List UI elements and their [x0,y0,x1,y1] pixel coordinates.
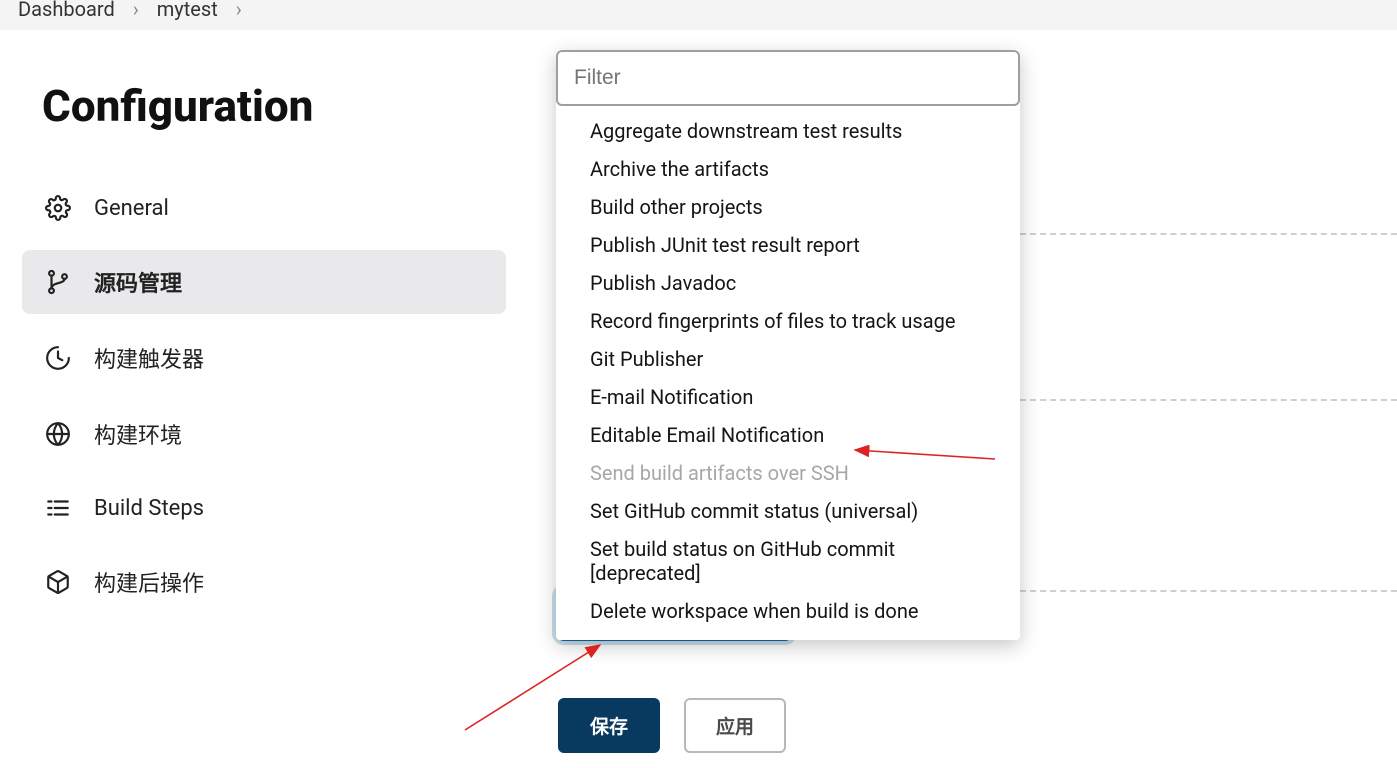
globe-icon [44,420,72,448]
save-button[interactable]: 保存 [558,698,660,753]
breadcrumb-item-dashboard[interactable]: Dashboard [18,0,115,18]
dropdown-option[interactable]: Record fingerprints of files to track us… [556,302,1020,340]
chevron-right-icon: › [133,0,139,18]
sidebar-item-scm[interactable]: 源码管理 [22,250,506,314]
gear-icon [44,194,72,222]
package-icon [44,568,72,596]
config-sidebar: Configuration General 源码管理 [0,50,530,626]
dropdown-option[interactable]: Git Publisher [556,340,1020,378]
dropdown-option[interactable]: Build other projects [556,188,1020,226]
dropdown-options-list: Aggregate downstream test results Archiv… [556,106,1020,640]
dropdown-option[interactable]: Publish Javadoc [556,264,1020,302]
dropdown-filter-input[interactable] [556,50,1020,106]
breadcrumb-item-project[interactable]: mytest [157,0,218,18]
clock-icon [44,344,72,372]
breadcrumb: Dashboard › mytest › [0,0,1397,30]
dropdown-option[interactable]: Archive the artifacts [556,150,1020,188]
post-build-action-dropdown: Aggregate downstream test results Archiv… [556,50,1020,640]
sidebar-item-label: General [94,196,169,221]
section-divider [1000,590,1397,592]
sidebar-item-label: 源码管理 [94,266,182,298]
dropdown-option[interactable]: Aggregate downstream test results [556,112,1020,150]
chevron-right-icon: › [236,0,242,18]
sidebar-item-label: 构建后操作 [94,566,204,598]
dropdown-option[interactable]: E-mail Notification [556,378,1020,416]
apply-button[interactable]: 应用 [684,698,786,753]
dropdown-option-ssh[interactable]: Send build artifacts over SSH [556,454,1020,492]
sidebar-item-general[interactable]: General [22,178,506,238]
section-divider [1000,399,1397,401]
section-divider [1000,233,1397,235]
sidebar-item-build-steps[interactable]: Build Steps [22,478,506,538]
dropdown-option[interactable]: Editable Email Notification [556,416,1020,454]
sidebar-item-label: 构建环境 [94,418,182,450]
sidebar-item-label: Build Steps [94,496,204,521]
page-title: Configuration [42,80,506,132]
dropdown-option[interactable]: Publish JUnit test result report [556,226,1020,264]
sidebar-item-post-build[interactable]: 构建后操作 [22,550,506,614]
dropdown-option[interactable]: Delete workspace when build is done [556,592,1020,630]
sidebar-item-environment[interactable]: 构建环境 [22,402,506,466]
git-branch-icon [44,268,72,296]
dropdown-option[interactable]: Set build status on GitHub commit [depre… [556,530,1020,592]
dropdown-option[interactable]: Set GitHub commit status (universal) [556,492,1020,530]
sidebar-item-triggers[interactable]: 构建触发器 [22,326,506,390]
steps-icon [44,494,72,522]
content-area: Aggregate downstream test results Archiv… [530,50,1397,626]
sidebar-item-label: 构建触发器 [94,342,204,374]
